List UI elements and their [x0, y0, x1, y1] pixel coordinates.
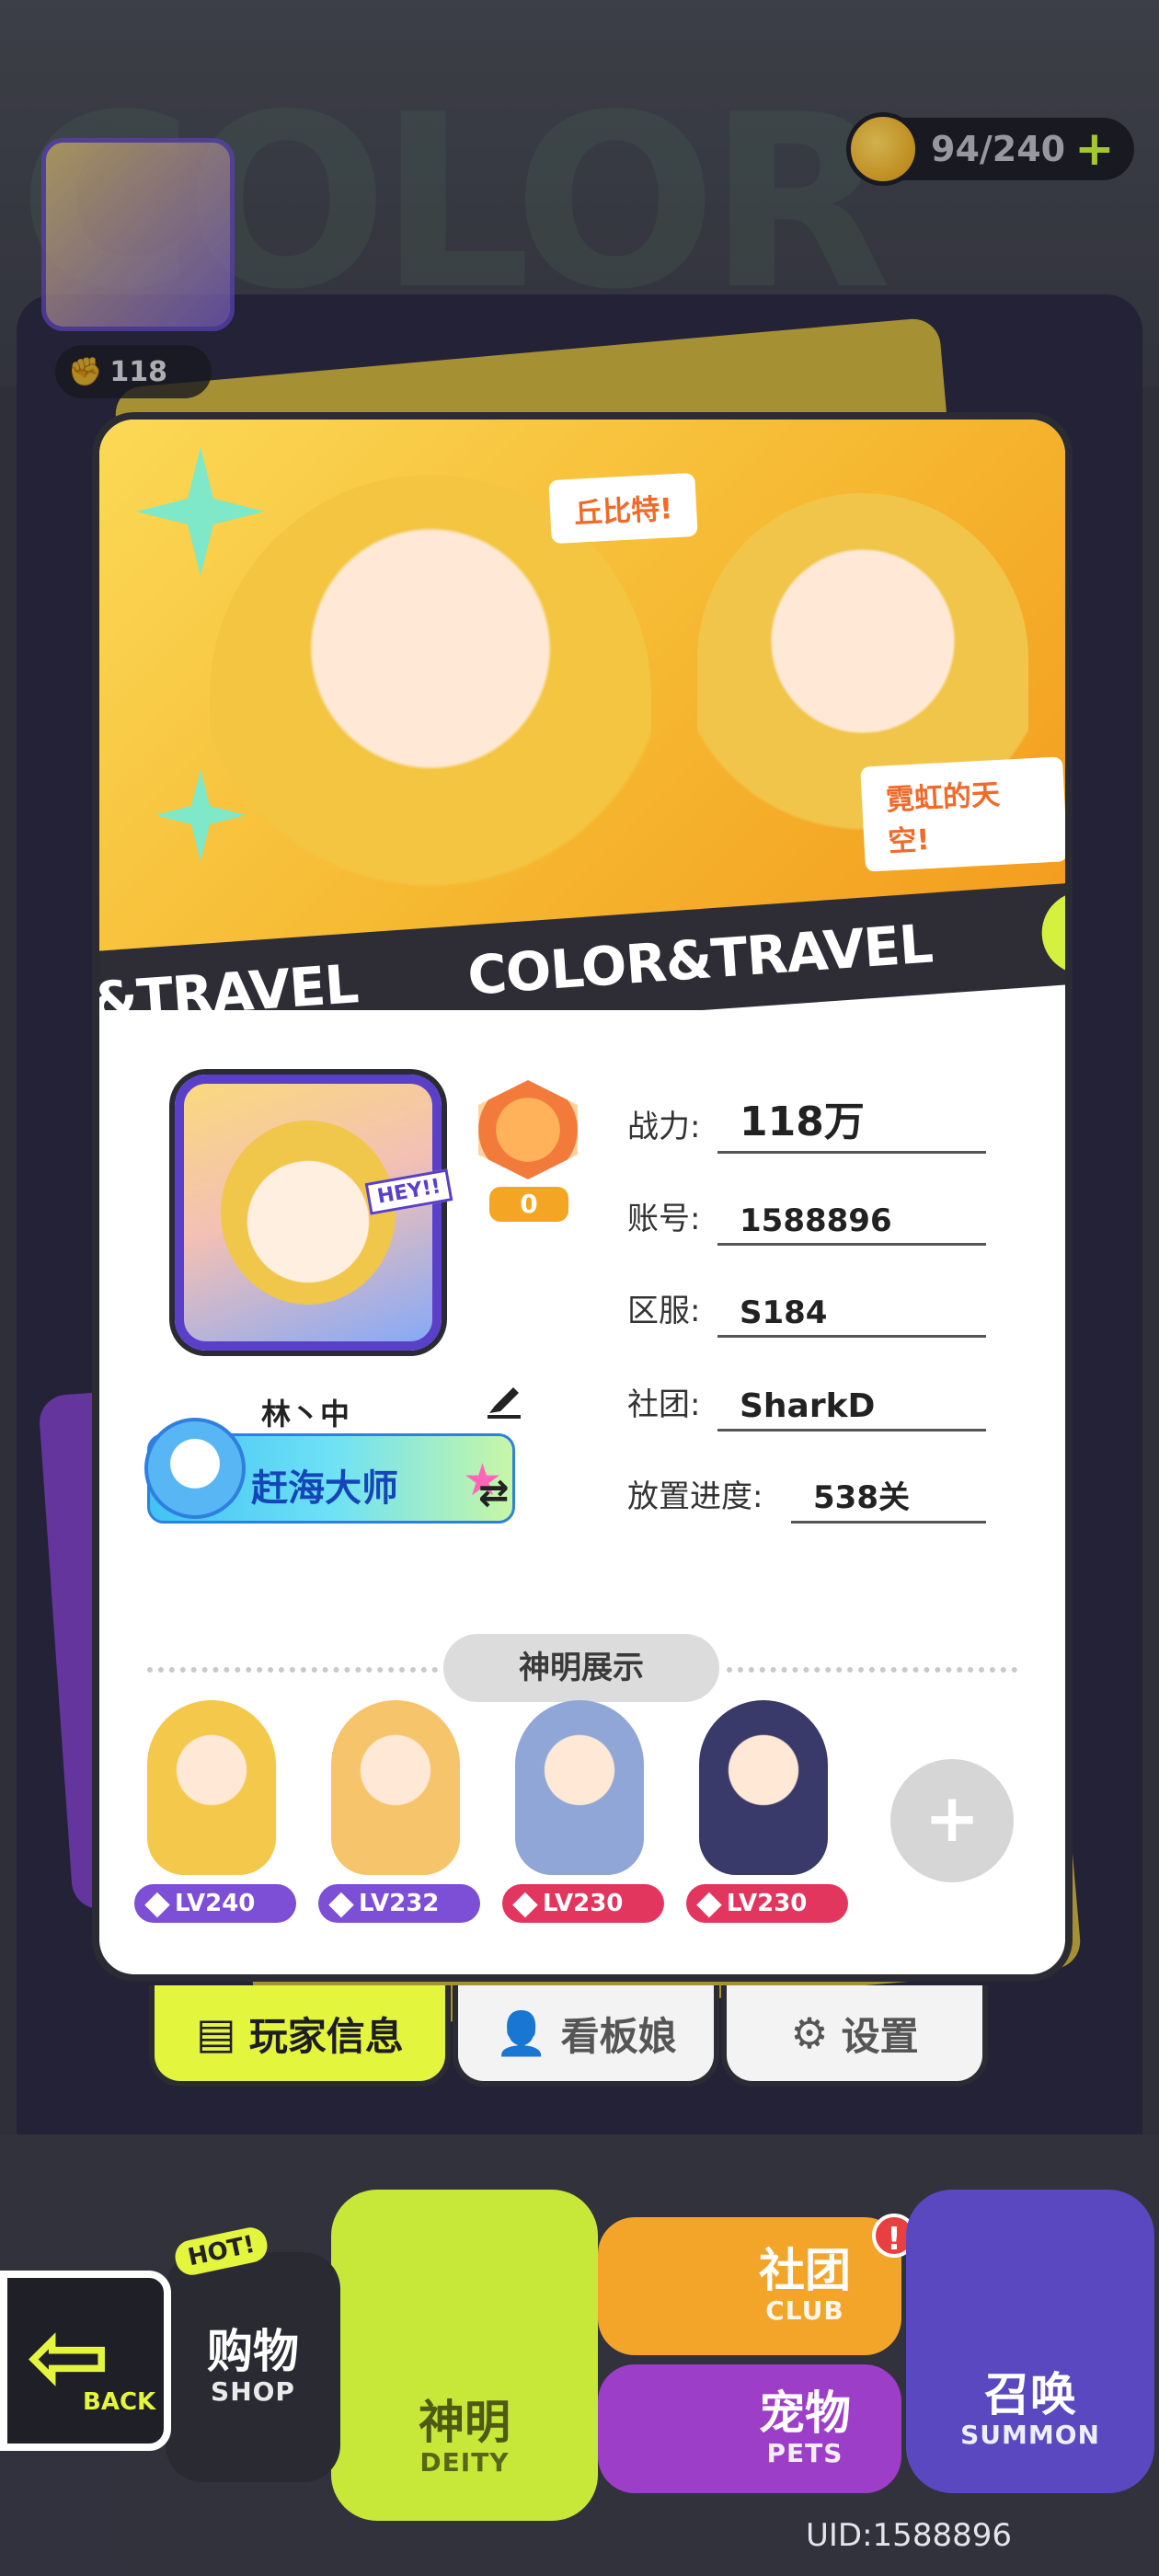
- field-value: SharkD: [717, 1380, 986, 1432]
- tab-settings[interactable]: ⚙ 设置: [721, 1985, 988, 2087]
- nav-label-en: PETS: [766, 2437, 843, 2468]
- deity-level-badge: ◆ LV230: [686, 1884, 848, 1923]
- deity-level-badge: ◆ LV240: [134, 1884, 296, 1923]
- nav-summon[interactable]: 召唤 SUMMON: [906, 2190, 1154, 2493]
- ribbon-text-main: COLOR&TRAVEL: [465, 912, 935, 1007]
- deity-level: LV230: [727, 1890, 808, 1917]
- deity-card[interactable]: ◆ LV232: [304, 1700, 488, 1949]
- gear-icon: ⚙: [790, 2008, 829, 2058]
- deity-level-badge: ◆ LV230: [502, 1884, 664, 1923]
- nav-club[interactable]: 社团 CLUB: [598, 2217, 901, 2355]
- speech-bubble: 霓虹的天空!: [860, 756, 1065, 872]
- nav-label-en: SUMMON: [960, 2419, 1100, 2450]
- divider-right: [727, 1667, 1017, 1673]
- nav-pets[interactable]: 宠物 PETS: [598, 2364, 901, 2493]
- banner-character-main: [210, 475, 651, 972]
- deity-level: LV240: [175, 1890, 256, 1917]
- nav-label-en: SHOP: [211, 2375, 295, 2407]
- nav-label-cn: 召唤: [984, 2368, 1076, 2422]
- rank-level: 0: [489, 1187, 568, 1222]
- edit-pen-icon[interactable]: [482, 1378, 526, 1422]
- tab-label: 看板娘: [560, 2013, 677, 2059]
- profile-banner: 丘比特! 霓虹的天空!: [99, 420, 1065, 972]
- deity-card[interactable]: ◆ LV240: [120, 1700, 304, 1949]
- field-label: 放置进度:: [627, 1478, 763, 1515]
- deity-level: LV230: [543, 1890, 624, 1917]
- tab-mascot[interactable]: 👤 看板娘: [453, 1985, 719, 2087]
- nav-label-en: CLUB: [765, 2294, 844, 2326]
- back-label: BACK: [83, 2388, 156, 2416]
- nav-label-cn: 宠物: [759, 2386, 851, 2441]
- field-value: S184: [717, 1286, 986, 1338]
- deity-sprite: [147, 1700, 276, 1875]
- nav-label-en: DEITY: [419, 2446, 510, 2478]
- deity-card[interactable]: ◆ LV230: [488, 1700, 671, 1949]
- nav-deity[interactable]: 神明 DEITY: [331, 2190, 598, 2521]
- field-label: 社团:: [627, 1386, 701, 1423]
- deity-level-badge: ◆ LV232: [318, 1884, 480, 1923]
- field-value: 118万: [717, 1098, 986, 1154]
- deity-card[interactable]: ◆ LV230: [671, 1700, 855, 1949]
- field-server: 区服: S184: [627, 1281, 986, 1338]
- field-power: 战力: 118万: [627, 1097, 986, 1154]
- swap-icon[interactable]: ⇄: [478, 1472, 510, 1514]
- speech-bubble: 丘比特!: [548, 472, 698, 545]
- field-club: 社团: SharkD: [627, 1374, 986, 1432]
- field-label: 区服:: [627, 1293, 701, 1329]
- tab-label: 设置: [841, 2013, 919, 2059]
- title-badge[interactable]: 赶海大师 ★: [144, 1418, 515, 1524]
- deity-sprite: [515, 1700, 644, 1875]
- title-badge-label: 赶海大师: [251, 1467, 398, 1510]
- nav-label-cn: 购物: [207, 2325, 299, 2379]
- user-icon: 👤: [495, 2007, 548, 2058]
- divider-left: [147, 1667, 438, 1673]
- deity-sprite: [331, 1700, 460, 1875]
- field-label: 战力:: [627, 1109, 701, 1145]
- gem-icon: ◆: [144, 1884, 170, 1922]
- deity-level: LV232: [359, 1890, 440, 1917]
- field-account: 账号: 1588896: [627, 1189, 986, 1246]
- deity-sprite: [699, 1700, 828, 1875]
- ribbon-logo-icon: ⊜: [1039, 888, 1065, 977]
- gem-icon: ◆: [696, 1884, 722, 1922]
- uid-label: UID:1588896: [806, 2517, 1012, 2554]
- profile-avatar[interactable]: HEY!!: [175, 1075, 453, 1351]
- gem-icon: ◆: [512, 1884, 538, 1922]
- sparkle-icon: [136, 447, 265, 576]
- title-mascot-icon: [144, 1418, 246, 1519]
- document-icon: ▤: [196, 2008, 236, 2058]
- player-nickname: 林丶中: [261, 1397, 350, 1432]
- deity-showcase-header: 神明展示: [443, 1634, 719, 1702]
- nav-shop[interactable]: HOT! 购物 SHOP: [166, 2224, 340, 2482]
- field-value: 1588896: [717, 1194, 986, 1246]
- add-deity-button[interactable]: +: [890, 1759, 1014, 1882]
- back-button[interactable]: ⇦ BACK: [0, 2271, 171, 2451]
- nav-label-cn: 神明: [419, 2396, 511, 2450]
- tab-label: 玩家信息: [248, 2013, 404, 2059]
- field-value: 538关: [791, 1472, 986, 1524]
- gem-icon: ◆: [328, 1884, 354, 1922]
- field-label: 账号:: [627, 1201, 701, 1237]
- tab-player-info[interactable]: ▤ 玩家信息: [149, 1985, 451, 2087]
- nav-label-cn: 社团: [759, 2244, 851, 2298]
- field-idle-progress: 放置进度: 538关: [627, 1466, 986, 1524]
